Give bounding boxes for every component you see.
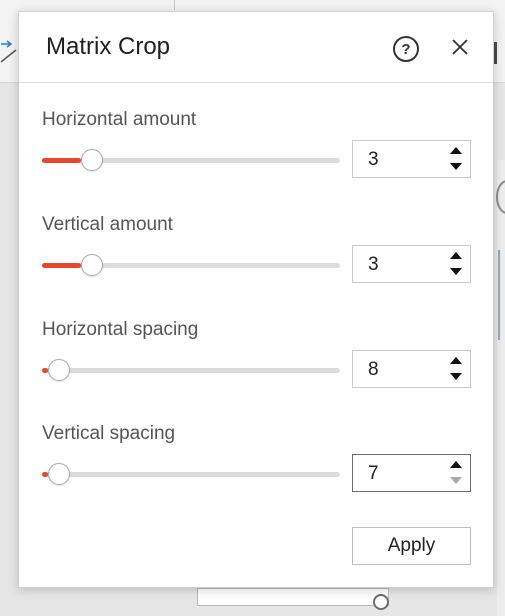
horizontal-spacing-slider[interactable] xyxy=(42,359,340,383)
vertical-amount-spinbox xyxy=(352,245,471,283)
vertical-spacing-slider[interactable] xyxy=(42,463,340,487)
vertical-spacing-row: Vertical spacing xyxy=(19,423,493,523)
horizontal-spacing-row: Horizontal spacing xyxy=(19,319,493,419)
background-mark xyxy=(494,42,497,64)
background-arrow-icon xyxy=(0,40,18,66)
apply-button[interactable]: Apply xyxy=(352,527,471,565)
horizontal-spacing-label: Horizontal spacing xyxy=(42,319,199,340)
decrement-arrow-icon[interactable] xyxy=(449,162,463,172)
vertical-spacing-spinbox xyxy=(352,454,471,492)
increment-arrow-icon[interactable] xyxy=(449,460,463,470)
horizontal-amount-label: Horizontal amount xyxy=(42,109,197,130)
background-canvas-area xyxy=(497,160,505,616)
horizontal-spacing-input[interactable] xyxy=(368,359,438,381)
horizontal-amount-row: Horizontal amount xyxy=(19,109,493,209)
slider-fill xyxy=(42,158,81,163)
increment-arrow-icon[interactable] xyxy=(449,356,463,366)
slider-thumb[interactable] xyxy=(47,463,70,485)
vertical-amount-label: Vertical amount xyxy=(42,214,173,235)
background-divider xyxy=(174,0,175,10)
horizontal-spacing-spinbox xyxy=(352,350,471,388)
vertical-spacing-input[interactable] xyxy=(368,463,438,485)
slider-track xyxy=(42,472,340,477)
vertical-amount-row: Vertical amount xyxy=(19,214,493,314)
increment-arrow-icon[interactable] xyxy=(449,146,463,156)
slider-thumb[interactable] xyxy=(47,359,70,381)
horizontal-amount-slider[interactable] xyxy=(42,149,340,173)
horizontal-amount-input[interactable] xyxy=(368,149,438,171)
increment-arrow-icon[interactable] xyxy=(449,251,463,261)
slider-fill xyxy=(42,263,81,268)
slider-thumb[interactable] xyxy=(80,254,103,276)
vertical-amount-slider[interactable] xyxy=(42,254,340,278)
help-button[interactable]: ? xyxy=(393,36,419,62)
matrix-crop-dialog: Matrix Crop ? Horizontal amount Vertical… xyxy=(18,11,494,588)
background-canvas xyxy=(197,588,389,606)
vertical-spacing-label: Vertical spacing xyxy=(42,423,176,444)
decrement-arrow-icon[interactable] xyxy=(449,372,463,382)
background-resize-handle[interactable] xyxy=(373,594,389,610)
close-icon xyxy=(452,39,468,55)
background-shape xyxy=(498,250,505,340)
horizontal-amount-spinbox xyxy=(352,140,471,178)
slider-thumb[interactable] xyxy=(80,149,103,171)
vertical-amount-input[interactable] xyxy=(368,254,438,276)
close-button[interactable] xyxy=(450,37,470,57)
dialog-titlebar: Matrix Crop ? xyxy=(19,12,493,83)
help-circle-icon: ? xyxy=(401,40,411,58)
decrement-arrow-icon[interactable] xyxy=(449,267,463,277)
slider-track xyxy=(42,368,340,373)
decrement-arrow-icon[interactable] xyxy=(449,476,463,486)
dialog-title: Matrix Crop xyxy=(46,33,171,60)
